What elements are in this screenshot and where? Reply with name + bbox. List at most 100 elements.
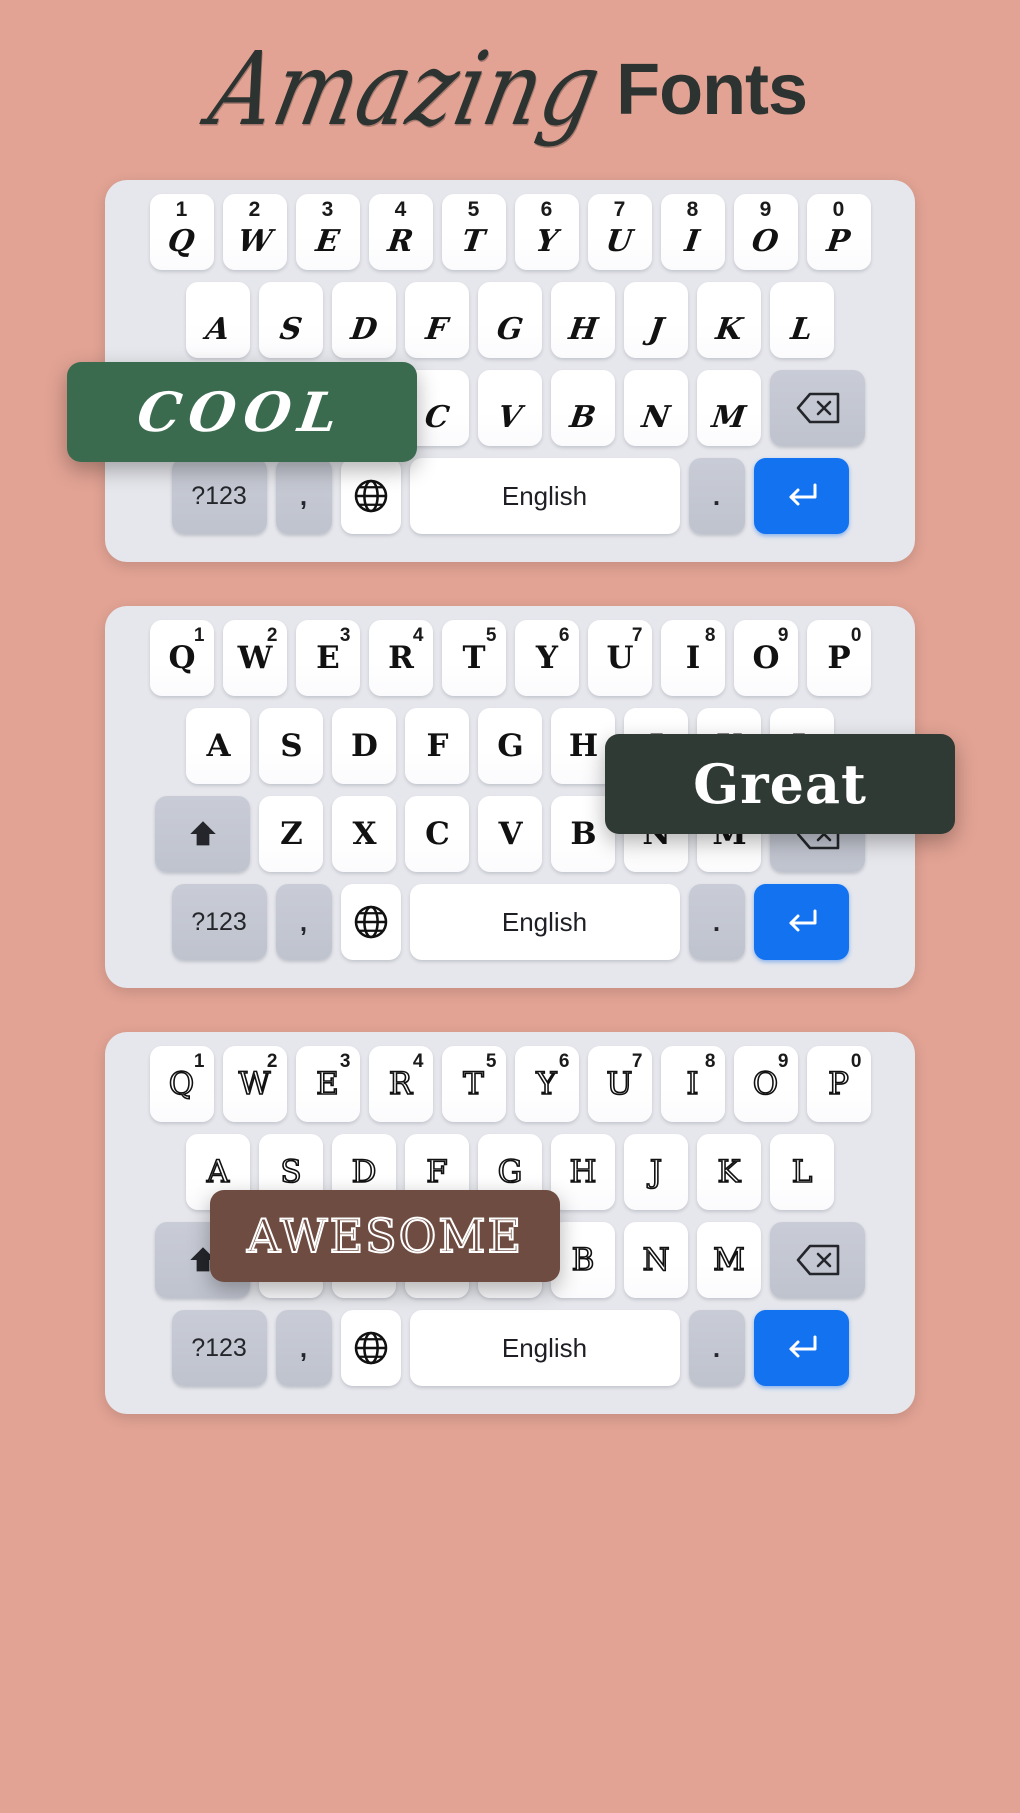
- key-o[interactable]: 9O: [733, 1046, 798, 1122]
- key-j[interactable]: J: [624, 282, 688, 358]
- symbols-key[interactable]: ?123: [171, 884, 267, 960]
- key-q[interactable]: 1Q: [149, 1046, 214, 1122]
- key-u[interactable]: 7U: [587, 1046, 652, 1122]
- key-m[interactable]: M: [697, 1222, 761, 1298]
- key-v[interactable]: V: [478, 796, 542, 872]
- key-o[interactable]: 9O: [733, 194, 798, 270]
- enter-key[interactable]: [753, 1310, 849, 1386]
- period-key[interactable]: .: [688, 1310, 745, 1386]
- key-l[interactable]: L: [770, 282, 834, 358]
- key-t[interactable]: 5T: [441, 1046, 506, 1122]
- symbols-key[interactable]: ?123: [171, 1310, 267, 1386]
- key-p[interactable]: 0P: [806, 620, 871, 696]
- key-u[interactable]: 7U: [587, 620, 652, 696]
- key-y[interactable]: 6Y: [514, 1046, 579, 1122]
- key-k[interactable]: K: [697, 282, 761, 358]
- key-g[interactable]: G: [478, 282, 542, 358]
- key-w[interactable]: 2W: [222, 194, 287, 270]
- symbols-key[interactable]: ?123: [171, 458, 267, 534]
- key-letter-label: C: [422, 400, 452, 435]
- key-d[interactable]: D: [332, 708, 396, 784]
- key-y[interactable]: 6Y: [514, 194, 579, 270]
- key-p[interactable]: 0P: [806, 1046, 871, 1122]
- enter-key[interactable]: [753, 884, 849, 960]
- awesome-badge[interactable]: AWESOME: [210, 1190, 560, 1282]
- key-letter-label: H: [566, 312, 600, 347]
- key-h[interactable]: H: [551, 1134, 615, 1210]
- key-f[interactable]: F: [405, 708, 469, 784]
- period-key-label: .: [712, 480, 721, 511]
- space-key[interactable]: English: [409, 884, 680, 960]
- key-letter-label: M: [710, 400, 749, 435]
- key-w[interactable]: 2W: [222, 620, 287, 696]
- key-e[interactable]: 3E: [295, 1046, 360, 1122]
- key-n[interactable]: N: [624, 1222, 688, 1298]
- globe-icon: [353, 1330, 389, 1366]
- key-r[interactable]: 4R: [368, 194, 433, 270]
- key-g[interactable]: G: [478, 708, 542, 784]
- key-v[interactable]: V: [478, 370, 542, 446]
- key-d[interactable]: D: [332, 282, 396, 358]
- cool-badge[interactable]: COOL: [67, 362, 417, 462]
- key-m[interactable]: M: [697, 370, 761, 446]
- key-s[interactable]: S: [259, 708, 323, 784]
- key-r[interactable]: 4R: [368, 620, 433, 696]
- enter-key[interactable]: [753, 458, 849, 534]
- key-e[interactable]: 3E: [295, 620, 360, 696]
- key-letter-label: Y: [535, 1065, 557, 1102]
- key-n[interactable]: N: [624, 370, 688, 446]
- key-t[interactable]: 5T: [441, 194, 506, 270]
- key-q[interactable]: 1Q: [149, 194, 214, 270]
- language-globe-key[interactable]: [340, 458, 401, 534]
- key-t[interactable]: 5T: [441, 620, 506, 696]
- backspace-key[interactable]: [770, 370, 865, 446]
- language-globe-key[interactable]: [340, 884, 401, 960]
- key-s[interactable]: S: [259, 282, 323, 358]
- key-letter-label: C: [425, 815, 450, 852]
- key-j[interactable]: J: [624, 1134, 688, 1210]
- period-key[interactable]: .: [688, 884, 745, 960]
- key-number-label: 2: [248, 198, 261, 221]
- comma-key[interactable]: ,: [275, 1310, 332, 1386]
- key-k[interactable]: K: [697, 1134, 761, 1210]
- key-letter-label: P: [827, 1065, 849, 1102]
- language-globe-key[interactable]: [340, 1310, 401, 1386]
- key-c[interactable]: C: [405, 796, 469, 872]
- keyboard-row-numbers: 1Q2W3E4R5T6Y7U8I9O0P: [117, 620, 903, 696]
- keyboard-row-function: ?123, English.: [117, 458, 903, 534]
- key-i[interactable]: 8I: [660, 1046, 725, 1122]
- key-r[interactable]: 4R: [368, 1046, 433, 1122]
- key-i[interactable]: 8I: [660, 194, 725, 270]
- great-badge[interactable]: Great: [605, 734, 955, 834]
- keyboard-row-function: ?123, English.: [117, 1310, 903, 1386]
- key-letter-label: B: [571, 1241, 595, 1278]
- key-p[interactable]: 0P: [806, 194, 871, 270]
- key-a[interactable]: A: [186, 282, 250, 358]
- shift-key[interactable]: [155, 796, 250, 872]
- key-z[interactable]: Z: [259, 796, 323, 872]
- key-h[interactable]: H: [551, 282, 615, 358]
- key-number-label: 9: [759, 198, 772, 221]
- comma-key[interactable]: ,: [275, 458, 332, 534]
- comma-key[interactable]: ,: [275, 884, 332, 960]
- key-y[interactable]: 6Y: [514, 620, 579, 696]
- key-b[interactable]: B: [551, 370, 615, 446]
- key-u[interactable]: 7U: [587, 194, 652, 270]
- key-f[interactable]: F: [405, 282, 469, 358]
- period-key[interactable]: .: [688, 458, 745, 534]
- key-b[interactable]: B: [551, 1222, 615, 1298]
- key-letter-label: O: [750, 224, 782, 259]
- space-key[interactable]: English: [409, 1310, 680, 1386]
- key-a[interactable]: A: [186, 708, 250, 784]
- space-key-label: English: [501, 1332, 588, 1363]
- key-l[interactable]: L: [770, 1134, 834, 1210]
- key-number-label: 0: [850, 1051, 862, 1072]
- backspace-key[interactable]: [770, 1222, 865, 1298]
- key-i[interactable]: 8I: [660, 620, 725, 696]
- space-key[interactable]: English: [409, 458, 680, 534]
- key-w[interactable]: 2W: [222, 1046, 287, 1122]
- key-o[interactable]: 9O: [733, 620, 798, 696]
- key-q[interactable]: 1Q: [149, 620, 214, 696]
- key-x[interactable]: X: [332, 796, 396, 872]
- key-e[interactable]: 3E: [295, 194, 360, 270]
